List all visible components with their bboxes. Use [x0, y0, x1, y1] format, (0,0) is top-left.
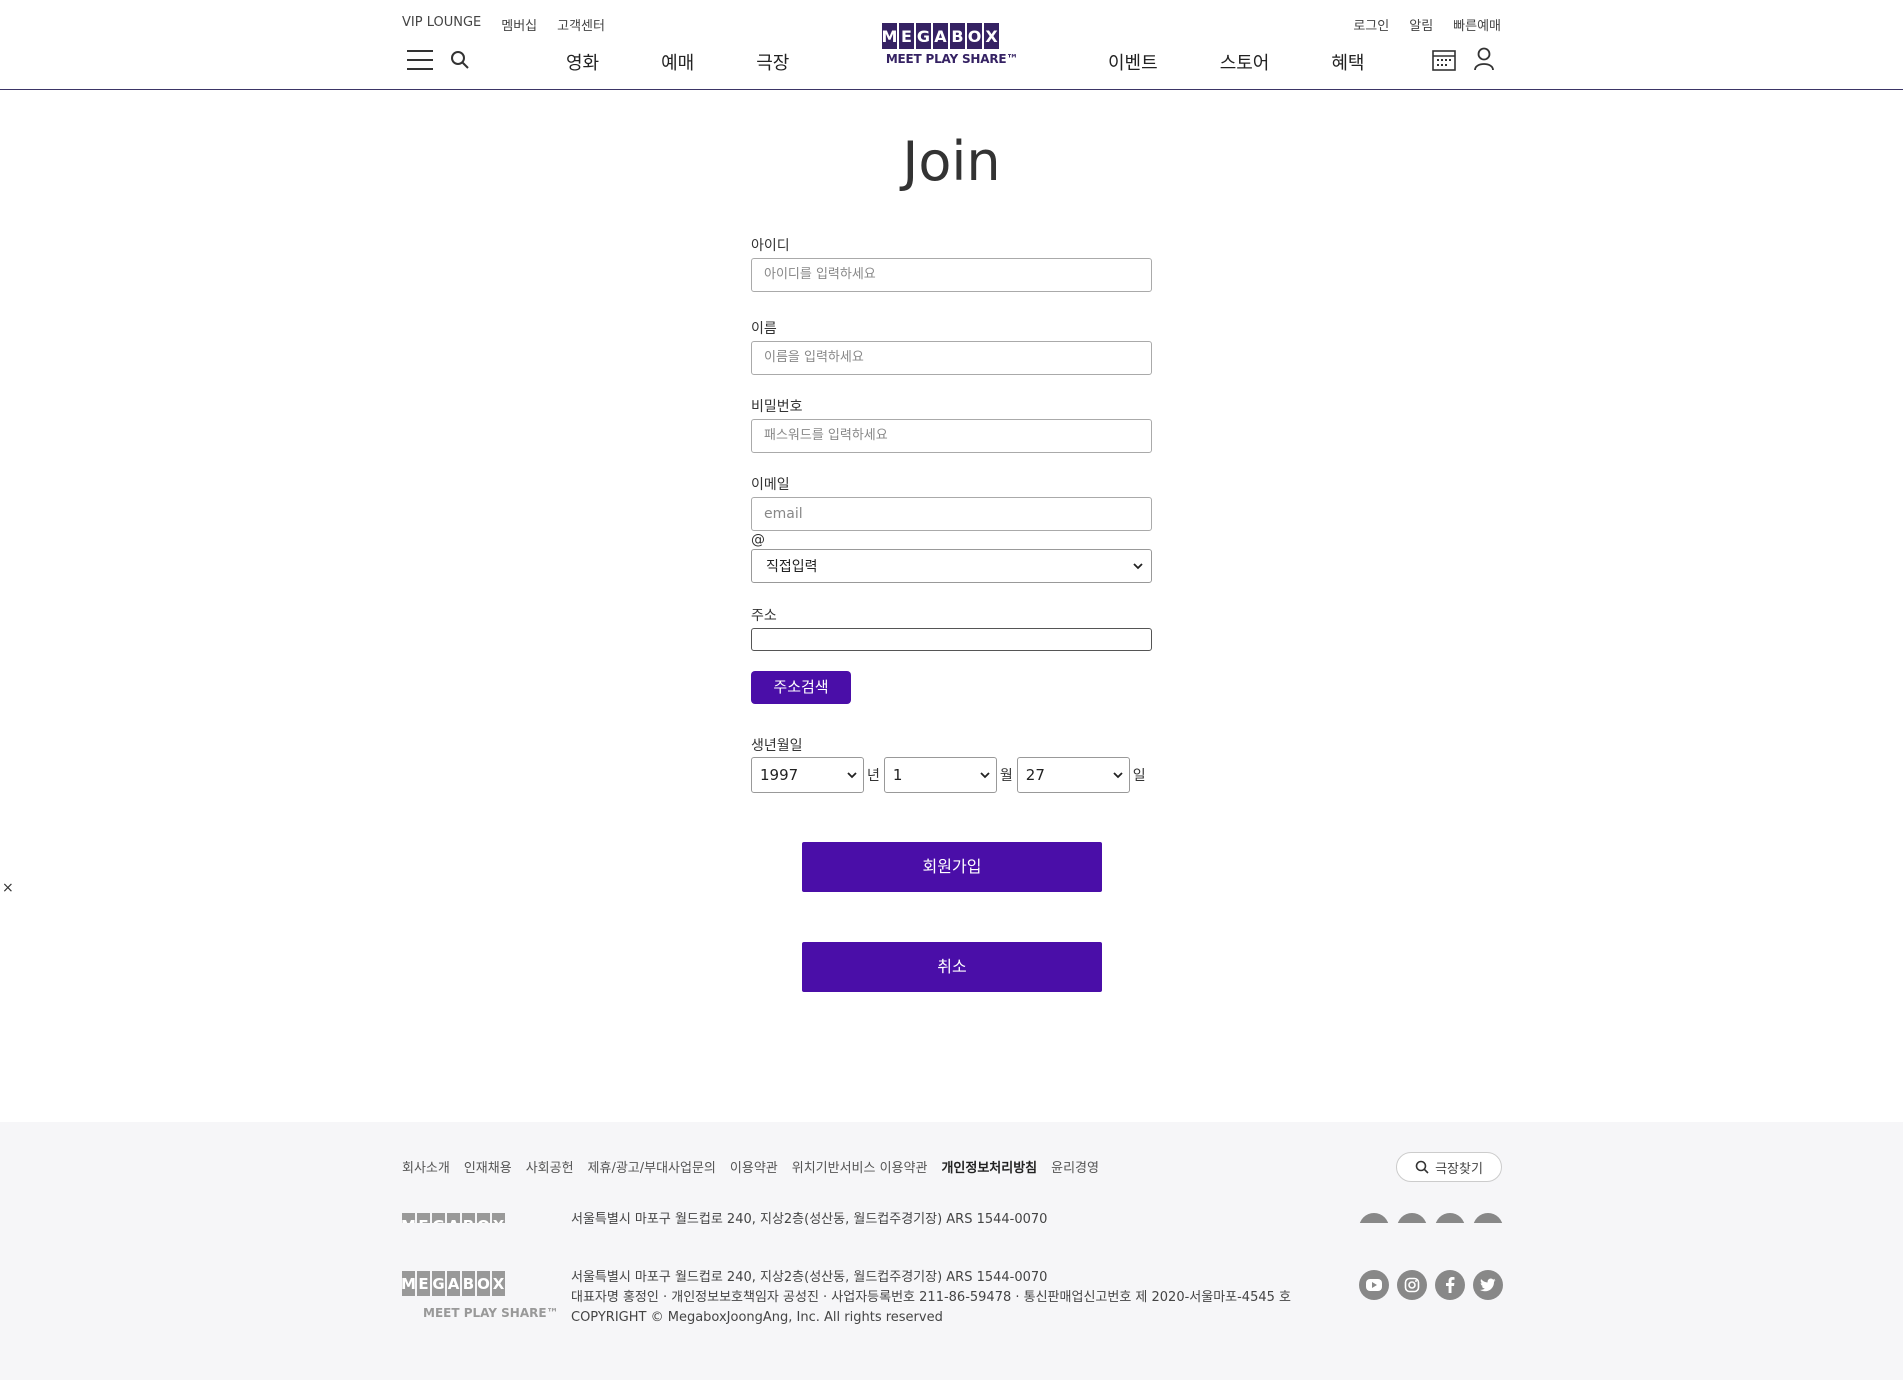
birth-month-value: 1 [892, 766, 903, 784]
id-input[interactable]: 아이디를 입력하세요 [751, 258, 1152, 292]
logo-letter: E [899, 23, 914, 49]
footer-link[interactable]: 회사소개 [402, 1157, 450, 1176]
footer-logo-clipped: MEGABOX [402, 1213, 505, 1223]
logo-letter: M [882, 23, 897, 49]
chevron-down-icon [1113, 772, 1123, 779]
util-vip-lounge[interactable]: VIP LOUNGE [402, 15, 481, 34]
logo-letter: O [967, 23, 982, 49]
search-icon[interactable] [450, 50, 470, 70]
logo-letter: G [916, 23, 931, 49]
password-input[interactable]: 패스워드를 입력하세요 [751, 419, 1152, 453]
calendar-icon[interactable] [1432, 49, 1456, 71]
nav-store[interactable]: 스토어 [1220, 49, 1270, 75]
footer-link[interactable]: 제휴/광고/부대사업문의 [588, 1157, 716, 1176]
footer-address-line1: 서울특별시 마포구 월드컵로 240, 지상2층(성산동, 월드컵주경기장) A… [571, 1270, 1048, 1285]
user-icon[interactable] [1473, 47, 1495, 71]
footer-copyright: COPYRIGHT © MegaboxJoongAng, Inc. All ri… [571, 1310, 943, 1325]
address-input[interactable] [751, 628, 1152, 651]
id-label: 아이디 [751, 238, 790, 254]
twitter-icon[interactable] [1473, 1270, 1503, 1300]
password-label: 비밀번호 [751, 399, 803, 415]
logo-tagline: MEET PLAY SHARE™ [885, 52, 1019, 66]
birth-day-select[interactable]: 27 [1016, 757, 1130, 793]
nav-booking[interactable]: 예매 [661, 49, 694, 75]
birth-year-select[interactable]: 1997 [751, 757, 864, 793]
address-label: 주소 [751, 608, 777, 624]
at-sign: @ [751, 532, 765, 548]
footer-link[interactable]: 위치기반서비스 이용약관 [792, 1157, 928, 1176]
email-label: 이메일 [751, 477, 790, 493]
instagram-icon[interactable] [1397, 1270, 1427, 1300]
chevron-down-icon [980, 772, 990, 779]
megabox-logo[interactable]: M E G A B O X MEET PLAY SHARE™ [882, 23, 1022, 71]
main-nav-right: 이벤트 스토어 혜택 [1108, 49, 1427, 75]
site-footer: 회사소개 인재채용 사회공헌 제휴/광고/부대사업문의 이용약관 위치기반서비스… [0, 1122, 1903, 1380]
birth-row: 1997 년 1 월 27 일 [751, 757, 1152, 793]
footer-logo-tagline: MEET PLAY SHARE™ [423, 1306, 559, 1320]
menu-icon[interactable] [407, 50, 433, 70]
util-login[interactable]: 로그인 [1353, 15, 1389, 34]
birth-label: 생년월일 [751, 738, 803, 754]
facebook-icon[interactable] [1435, 1213, 1465, 1223]
footer-address-top: 서울특별시 마포구 월드컵로 240, 지상2층(성산동, 월드컵주경기장) A… [571, 1212, 1048, 1227]
footer-link-privacy[interactable]: 개인정보처리방침 [941, 1157, 1037, 1176]
signup-button[interactable]: 회원가입 [802, 842, 1102, 892]
birth-year-value: 1997 [760, 766, 799, 784]
birth-month-unit: 월 [999, 768, 1013, 784]
footer-links: 회사소개 인재채용 사회공헌 제휴/광고/부대사업문의 이용약관 위치기반서비스… [402, 1157, 1099, 1176]
name-input[interactable]: 이름을 입력하세요 [751, 341, 1152, 375]
youtube-icon[interactable] [1359, 1213, 1389, 1223]
twitter-icon[interactable] [1473, 1213, 1503, 1223]
chevron-down-icon [1133, 563, 1143, 570]
birth-year-unit: 년 [867, 768, 880, 784]
search-icon [1415, 1160, 1429, 1174]
footer-link[interactable]: 이용약관 [730, 1157, 778, 1176]
cancel-button[interactable]: 취소 [802, 942, 1102, 992]
nav-benefit[interactable]: 혜택 [1331, 49, 1364, 75]
footer-address-line2: 대표자명 홍정인 · 개인정보보호책임자 공성진 · 사업자등록번호 211-8… [571, 1290, 1291, 1305]
chevron-down-icon [847, 772, 857, 779]
address-search-button[interactable]: 주소검색 [751, 671, 851, 704]
nav-movie[interactable]: 영화 [566, 49, 599, 75]
name-label: 이름 [751, 321, 777, 337]
footer-link[interactable]: 사회공헌 [526, 1157, 574, 1176]
email-input[interactable]: email [751, 497, 1152, 531]
page-title: Join [902, 130, 1001, 193]
find-theater-button[interactable]: 극장찾기 [1396, 1152, 1502, 1182]
util-nav-left: VIP LOUNGE 멤버십 고객센터 [402, 15, 605, 34]
util-nav-right: 로그인 알림 빠른예매 [1353, 15, 1501, 34]
birth-day-value: 27 [1025, 766, 1045, 784]
util-quick-booking[interactable]: 빠른예매 [1453, 15, 1501, 34]
footer-address: 서울특별시 마포구 월드컵로 240, 지상2층(성산동, 월드컵주경기장) A… [571, 1268, 1291, 1328]
join-form: 아이디 아이디를 입력하세요 이름 이름을 입력하세요 비밀번호 패스워드를 입… [751, 235, 1152, 793]
nav-theater[interactable]: 극장 [756, 49, 789, 75]
logo-letter: X [984, 23, 999, 49]
logo-letter: A [933, 23, 948, 49]
facebook-icon[interactable] [1435, 1270, 1465, 1300]
instagram-icon[interactable] [1397, 1213, 1427, 1223]
site-header: VIP LOUNGE 멤버십 고객센터 로그인 알림 빠른예매 영화 예매 극장… [0, 0, 1903, 90]
birth-month-select[interactable]: 1 [883, 757, 997, 793]
email-domain-value: 직접입력 [766, 559, 818, 575]
email-domain-select[interactable]: 직접입력 [751, 549, 1152, 583]
util-notifications[interactable]: 알림 [1409, 15, 1433, 34]
footer-social [1359, 1270, 1503, 1300]
footer-social-clipped [1359, 1213, 1503, 1223]
youtube-icon[interactable] [1359, 1270, 1389, 1300]
footer-logo[interactable]: MEGABOX [401, 1271, 505, 1296]
main-nav-left: 영화 예매 극장 [566, 49, 851, 75]
birth-day-unit: 일 [1132, 768, 1146, 784]
footer-link[interactable]: 윤리경영 [1051, 1157, 1099, 1176]
logo-letter: B [950, 23, 965, 49]
close-icon[interactable]: × [2, 880, 14, 896]
footer-link[interactable]: 인재채용 [464, 1157, 512, 1176]
util-membership[interactable]: 멤버십 [501, 15, 537, 34]
find-theater-label: 극장찾기 [1435, 1161, 1483, 1177]
util-customer-center[interactable]: 고객센터 [557, 15, 605, 34]
nav-event[interactable]: 이벤트 [1108, 49, 1158, 75]
